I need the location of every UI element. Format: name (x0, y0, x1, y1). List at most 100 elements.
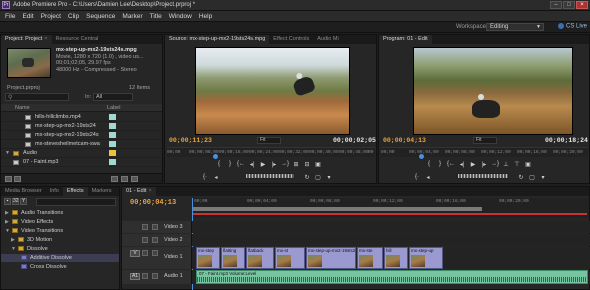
step-forward-icon[interactable]: |▸ (270, 161, 278, 168)
lock-icon[interactable] (152, 250, 158, 256)
menu-sequence[interactable]: Sequence (86, 13, 115, 20)
marker-icon[interactable]: ◂ (424, 174, 432, 181)
close-icon[interactable]: × (148, 188, 151, 194)
goto-in-icon[interactable]: {← (237, 161, 245, 167)
video-clip[interactable]: flatback (246, 247, 274, 269)
track-lane[interactable]: 07 - Faint.mp3 Volume:Level (192, 270, 590, 284)
list-item[interactable]: 07 - Faint.mp3 (1, 158, 162, 167)
tab-media-browser[interactable]: Media Browser (1, 187, 46, 196)
new-item-icon[interactable] (121, 176, 128, 182)
track-lane[interactable]: mx-step flatting flatback mx-st mx-step-… (192, 247, 590, 269)
list-item-folder[interactable]: ▶ Audio Transitions (1, 209, 119, 217)
export-frame-icon[interactable]: ▣ (314, 161, 322, 168)
tab-effects[interactable]: Effects (62, 187, 88, 196)
mark-in-icon[interactable]: { (425, 161, 433, 167)
list-item-folder[interactable]: ▶ 3D Motion (1, 236, 119, 244)
list-item[interactable]: mx-step-up-mx2-19sts24s (1, 131, 162, 140)
list-item[interactable]: mx-stevesheilmetcam-swa (1, 140, 162, 149)
effects-search-input[interactable] (36, 198, 116, 206)
program-fit-select[interactable]: Fit (473, 137, 497, 144)
tab-program[interactable]: Program: 01 - Edit (379, 35, 432, 44)
menu-project[interactable]: Project (41, 13, 61, 20)
video-clip[interactable]: mx-ste (357, 247, 383, 269)
safe-margins-icon[interactable]: ▢ (314, 174, 322, 181)
tab-effect-controls[interactable]: Effect Controls (269, 35, 313, 44)
lock-icon[interactable] (152, 273, 158, 279)
step-back-icon[interactable]: ◂| (248, 161, 256, 168)
speaker-icon[interactable] (142, 273, 148, 279)
mark-out-icon[interactable]: } (226, 161, 234, 167)
step-back-icon[interactable]: ◂| (458, 161, 466, 168)
eye-icon[interactable] (142, 224, 148, 230)
video-clip[interactable]: mx-step-up (409, 247, 443, 269)
marker-icon[interactable]: ◂ (212, 174, 220, 181)
timeline-ruler[interactable]: 00;00 00;00;04;00 00;00;08;00 00;00;12;0… (192, 198, 589, 218)
new-bin-icon[interactable] (111, 176, 118, 182)
menu-clip[interactable]: Clip (68, 13, 79, 20)
overwrite-icon[interactable]: ⊟ (303, 161, 311, 168)
tab-project[interactable]: Project: Project × (1, 35, 52, 44)
list-item[interactable]: hills-hillclimbs.mp4 (1, 113, 162, 122)
step-forward-icon[interactable]: |▸ (480, 161, 488, 168)
tab-markers[interactable]: Markers (88, 187, 116, 196)
list-item[interactable]: Cross Dissolve (1, 263, 119, 271)
list-item-folder[interactable]: ▼ Video Transitions (1, 227, 119, 235)
workspace-select[interactable]: Editing ▼ (486, 23, 544, 31)
icon-view-icon[interactable] (14, 176, 21, 182)
column-name[interactable]: Name (15, 105, 30, 111)
goto-previous-edit-icon[interactable]: {· (413, 174, 421, 180)
track-lane[interactable] (192, 221, 590, 233)
project-search-input[interactable]: ⚲ (5, 93, 69, 101)
target-video-toggle[interactable]: V (130, 250, 140, 257)
column-label[interactable]: Label (107, 105, 120, 111)
trash-icon[interactable] (131, 176, 138, 182)
triangle-down-icon[interactable]: ▼ (5, 150, 10, 156)
lock-icon[interactable] (152, 224, 158, 230)
eye-icon[interactable] (142, 250, 148, 256)
mark-out-icon[interactable]: } (436, 161, 444, 167)
program-jog-shuttle[interactable] (457, 173, 509, 179)
list-view-icon[interactable] (5, 176, 12, 182)
triangle-right-icon[interactable]: ▶ (5, 219, 9, 225)
triangle-right-icon[interactable]: ▶ (11, 237, 15, 243)
loop-icon[interactable]: ↻ (517, 174, 525, 181)
menu-file[interactable]: File (5, 13, 15, 20)
triangle-down-icon[interactable]: ▼ (11, 246, 16, 252)
extract-icon[interactable]: ⊤ (513, 161, 521, 168)
safe-margins-icon[interactable]: ▢ (528, 174, 536, 181)
program-playhead[interactable] (419, 154, 424, 159)
close-icon[interactable]: × (44, 36, 47, 42)
export-frame-icon[interactable]: ▣ (524, 161, 532, 168)
eye-icon[interactable] (142, 237, 148, 243)
cs-live-button[interactable]: CS Live (558, 23, 587, 30)
triangle-down-icon[interactable]: ▼ (5, 228, 10, 234)
accelerated-effects-icon[interactable]: ▪ (4, 198, 11, 205)
mark-in-icon[interactable]: { (215, 161, 223, 167)
program-timecode-position[interactable]: 00;00;04;13 (383, 137, 426, 144)
work-area-bar[interactable] (192, 207, 482, 211)
tab-audio-mixer[interactable]: Audio Mi (313, 35, 342, 44)
track-lane[interactable] (192, 234, 590, 246)
goto-in-point-icon[interactable]: {· (201, 174, 209, 180)
list-item-folder[interactable]: ▼ Audio (1, 149, 162, 158)
goto-out-icon[interactable]: →} (281, 161, 289, 167)
menu-edit[interactable]: Edit (22, 13, 33, 20)
goto-in-icon[interactable]: {← (447, 161, 455, 167)
timeline-timecode[interactable]: 00;00;04;13 (130, 199, 176, 207)
play-icon[interactable]: ▶ (259, 161, 267, 168)
play-icon[interactable]: ▶ (469, 161, 477, 168)
program-video-frame[interactable] (413, 47, 573, 135)
minimize-icon[interactable]: – (550, 1, 562, 9)
video-clip[interactable]: mx-st (275, 247, 305, 269)
lift-icon[interactable]: ⊥ (502, 161, 510, 168)
source-video-frame[interactable] (195, 47, 350, 135)
32bit-effects-icon[interactable]: 32 (12, 198, 19, 205)
video-clip[interactable]: flatting (221, 247, 245, 269)
loop-icon[interactable]: ↻ (303, 174, 311, 181)
list-item-folder[interactable]: ▼ Dissolve (1, 245, 119, 253)
program-time-ruler[interactable]: 00;00 00;00;04;00 00;00;08;00 00;00;12;0… (381, 147, 588, 157)
in-select[interactable]: All (93, 93, 133, 101)
menu-help[interactable]: Help (199, 13, 212, 20)
source-jog-shuttle[interactable] (245, 173, 295, 179)
video-clip[interactable]: mx-step (196, 247, 220, 269)
